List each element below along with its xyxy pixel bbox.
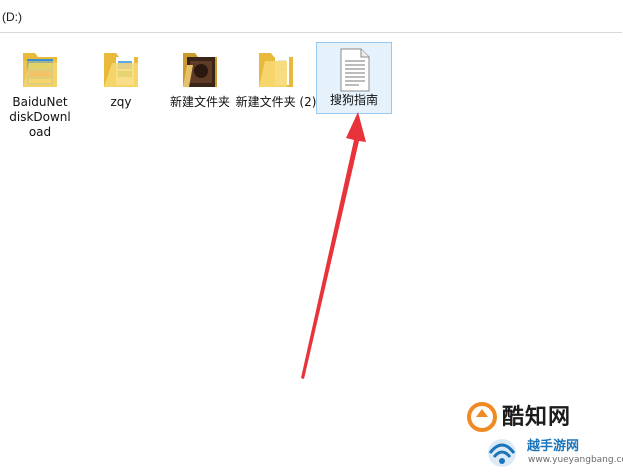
file-label: 新建文件夹 (2) <box>235 95 317 109</box>
file-item-baidunetdiskdownload[interactable]: BaiduNet diskDownl oad <box>2 43 78 139</box>
watermark-url: www.yueyangbang.com <box>528 455 623 465</box>
file-label: 搜狗指南 <box>329 93 378 107</box>
address-path: (D:) <box>2 10 22 24</box>
file-label: BaiduNet diskDownl oad <box>9 95 71 139</box>
folder-colorful-icon <box>96 43 146 93</box>
file-item-new-folder[interactable]: 新建文件夹 <box>162 43 238 113</box>
address-bar[interactable]: (D:) <box>0 0 622 33</box>
folder-dark-image-icon <box>175 43 225 93</box>
file-label: 新建文件夹 <box>169 95 230 109</box>
watermark-brand-bottom: 越手游网 <box>527 439 580 454</box>
folder-colorful-icon <box>15 43 65 93</box>
file-item-new-folder-2[interactable]: 新建文件夹 (2) <box>236 43 316 113</box>
watermark: 酷知网 越手游网 www.yueyangbang.com <box>462 395 623 475</box>
watermark-brand-top: 酷知网 <box>502 405 572 430</box>
folder-plain-icon <box>251 43 301 93</box>
file-item-zqy[interactable]: zqy <box>83 43 159 113</box>
text-document-icon <box>329 45 379 95</box>
file-item-sogou-guide[interactable]: 搜狗指南 <box>316 42 392 114</box>
file-label: zqy <box>110 95 132 109</box>
explorer-window: (D:) BaiduNet diskDownl oad zqy 新建文件夹 新建… <box>0 0 623 475</box>
